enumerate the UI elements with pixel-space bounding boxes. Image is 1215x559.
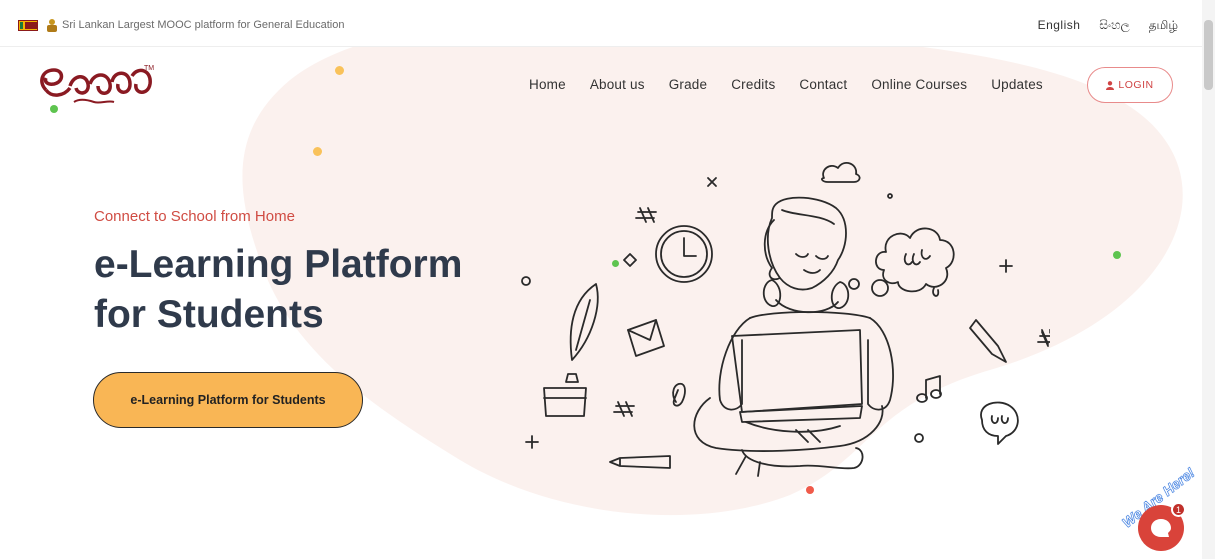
student-laptop-illustration [521, 161, 1050, 477]
decor-dot-yellow [335, 66, 344, 75]
hero-title: e-Learning Platform for Students [94, 240, 514, 340]
svg-text:TM: TM [144, 65, 154, 72]
decor-dot-yellow [313, 147, 322, 156]
scrollbar-thumb[interactable] [1204, 20, 1213, 90]
main-nav: Home About us Grade Credits Contact Onli… [529, 77, 1067, 92]
nav-contact[interactable]: Contact [799, 77, 847, 92]
lang-tamil[interactable]: தமிழ் [1149, 18, 1178, 34]
hero-title-line-1: e-Learning Platform [94, 243, 463, 286]
chat-widget[interactable]: We Are Here! 1 [1105, 464, 1205, 556]
login-label: LOGIN [1118, 79, 1154, 91]
nav-about-us[interactable]: About us [590, 77, 645, 92]
login-button[interactable]: LOGIN [1087, 67, 1173, 103]
hero-title-line-2: for Students [94, 293, 324, 336]
nav-grade[interactable]: Grade [669, 77, 708, 92]
nav-online-courses[interactable]: Online Courses [871, 77, 967, 92]
top-info-bar: Sri Lankan Largest MOOC platform for Gen… [0, 0, 1202, 47]
nav-credits[interactable]: Credits [731, 77, 775, 92]
site-logo[interactable]: TM [34, 56, 158, 114]
decor-dot-green [1113, 251, 1121, 259]
hero-cta-button[interactable]: e-Learning Platform for Students [93, 372, 363, 428]
hero-subtitle: Connect to School from Home [94, 208, 295, 225]
site-tagline: Sri Lankan Largest MOOC platform for Gen… [62, 19, 345, 31]
lang-english[interactable]: English [1038, 18, 1081, 34]
decor-dot-red [806, 486, 814, 494]
main-header: TM Home About us Grade Credits Contact O… [0, 46, 1202, 126]
nav-home[interactable]: Home [529, 77, 566, 92]
user-icon [1106, 80, 1115, 90]
chat-unread-badge: 1 [1171, 502, 1186, 517]
lang-sinhala[interactable]: සිංහල [1099, 18, 1129, 34]
nav-updates[interactable]: Updates [991, 77, 1043, 92]
decor-dot-green [612, 260, 619, 267]
page-scrollbar[interactable] [1202, 0, 1215, 559]
chat-icon [1151, 519, 1171, 537]
language-switcher: English සිංහල தமிழ் [1038, 18, 1178, 34]
sri-lanka-flag-icon [18, 20, 38, 31]
national-emblem-icon [47, 19, 57, 32]
